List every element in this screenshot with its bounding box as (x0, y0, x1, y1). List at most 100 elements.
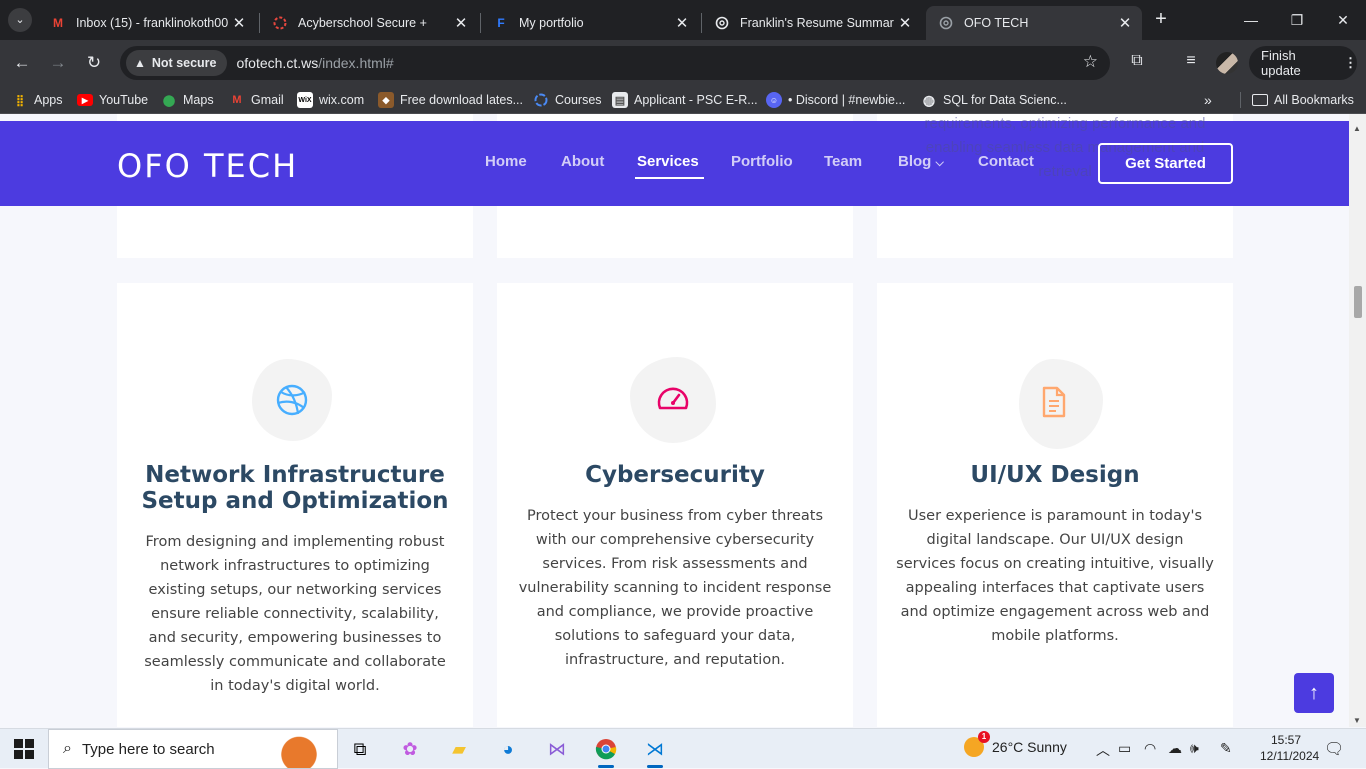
bookmark-gmail[interactable]: M Gmail (229, 90, 283, 110)
nav-portfolio[interactable]: Portfolio (731, 153, 793, 170)
scroll-up-arrow-icon[interactable]: ▲ (1353, 124, 1361, 133)
back-button[interactable]: ← (10, 51, 34, 75)
tab-acyberschool[interactable]: Acyberschool Secure + ✕ (260, 6, 478, 40)
bookmark-star-icon[interactable]: ☆ (1083, 52, 1098, 72)
close-window-button[interactable]: ✕ (1320, 0, 1366, 40)
bookmarks-bar: ⣿ Apps ▶ YouTube ⬤ Maps M Gmail WiX wix.… (0, 86, 1366, 114)
onedrive-cloud-icon[interactable]: ☁ (1168, 740, 1182, 757)
url-text[interactable]: ofotech.ct.ws/index.html# (237, 55, 394, 71)
profile-avatar[interactable] (1216, 52, 1238, 74)
wifi-icon[interactable]: ◠ (1144, 740, 1156, 757)
bookmark-maps[interactable]: ⬤ Maps (161, 90, 214, 110)
bookmark-sql-data-science[interactable]: ◍ SQL for Data Scienc... (921, 90, 1067, 110)
service-title[interactable]: UI/UX Design (897, 462, 1213, 488)
pen-icon[interactable]: ✎ (1220, 740, 1232, 757)
forward-button[interactable]: → (46, 51, 70, 75)
chatgpt-icon (714, 15, 730, 31)
framer-icon: F (497, 16, 505, 30)
loading-ring-icon (533, 92, 549, 108)
active-nav-underline (635, 177, 704, 179)
nav-home[interactable]: Home (485, 153, 527, 170)
bookmark-courses[interactable]: Courses (533, 90, 602, 110)
bookmark-apps[interactable]: ⣿ Apps (12, 90, 63, 110)
bookmark-free-download[interactable]: ◆ Free download lates... (378, 90, 523, 110)
service-card[interactable]: UI/UX Design User experience is paramoun… (877, 283, 1233, 727)
file-explorer-icon[interactable]: ▰ (439, 733, 479, 765)
service-title[interactable]: Network Infrastructure Setup and Optimiz… (137, 462, 453, 514)
weather-widget[interactable]: 1 26°C Sunny (964, 731, 1067, 757)
service-card[interactable]: Cybersecurity Protect your business from… (497, 283, 853, 727)
maps-pin-icon: ⬤ (162, 94, 176, 107)
close-tab-icon[interactable]: ✕ (894, 14, 916, 32)
tab-resume-summary[interactable]: Franklin's Resume Summary ✕ (702, 6, 922, 40)
bookmark-discord[interactable]: ☺ • Discord | #newbie... (766, 90, 905, 110)
close-tab-icon[interactable]: ✕ (1114, 14, 1136, 32)
minimize-button[interactable]: — (1228, 0, 1274, 40)
nav-team[interactable]: Team (824, 153, 862, 170)
battery-icon[interactable]: ▭ (1118, 740, 1131, 757)
gmail-icon: M (53, 16, 63, 30)
speaker-icon[interactable]: 🕪 (1190, 740, 1199, 757)
restore-button[interactable]: ❐ (1274, 0, 1320, 40)
bookmark-wix[interactable]: WiX wix.com (297, 90, 364, 110)
folder-icon (1252, 94, 1268, 106)
more-bookmarks-chevron-icon[interactable]: » (1204, 90, 1212, 110)
dribbble-ball-icon (276, 384, 308, 416)
service-title[interactable]: Cybersecurity (517, 462, 833, 488)
gmail-icon: M (232, 94, 242, 106)
media-controls-icon[interactable]: ≡ (1180, 52, 1202, 70)
tab-my-portfolio[interactable]: F My portfolio ✕ (481, 6, 699, 40)
get-started-button[interactable]: Get Started (1098, 143, 1233, 184)
service-card[interactable]: Network Infrastructure Setup and Optimiz… (117, 283, 473, 727)
service-description: From designing and implementing robust n… (144, 534, 446, 694)
scroll-down-arrow-icon[interactable]: ▼ (1353, 716, 1361, 725)
page-scrollbar[interactable]: ▲ ▼ (1349, 114, 1366, 727)
windows-taskbar: ⌕ Type here to search ⧉ ✿ ▰ ◕ ⋈ ⋊ 1 26°C… (0, 728, 1366, 769)
tab-gmail[interactable]: M Inbox (15) - franklinokoth00 ✕ (38, 6, 256, 40)
arrow-up-icon: ↑ (1309, 682, 1319, 704)
service-description: Protect your business from cyber threats… (518, 508, 832, 668)
bookmark-applicant-psc[interactable]: ▤ Applicant - PSC E-R... (612, 90, 758, 110)
close-tab-icon[interactable]: ✕ (671, 14, 693, 32)
more-menu-icon: ⋮ (1344, 55, 1357, 70)
bookmark-youtube[interactable]: ▶ YouTube (77, 90, 148, 110)
visual-studio-icon[interactable]: ⋈ (537, 733, 577, 765)
finish-update-button[interactable]: Finish update ⋮ (1249, 46, 1357, 80)
close-tab-icon[interactable]: ✕ (228, 14, 250, 32)
browser-toolbar: ← → ↻ ▲ Not secure ofotech.ct.ws/index.h… (0, 40, 1366, 86)
nav-about[interactable]: About (561, 153, 604, 170)
vscode-icon[interactable]: ⋊ (635, 733, 675, 768)
tab-ofo-tech[interactable]: OFO TECH ✕ (926, 6, 1142, 40)
tab-search-button[interactable]: ⌄ (8, 8, 32, 32)
extensions-icon[interactable]: ⧉ (1126, 52, 1148, 70)
edge-icon[interactable]: ◕ (488, 733, 528, 765)
file-text-icon (1042, 386, 1066, 418)
search-icon: ⌕ (63, 740, 72, 757)
chrome-icon[interactable] (586, 733, 626, 768)
nav-services[interactable]: Services (637, 153, 699, 170)
all-bookmarks-button[interactable]: All Bookmarks (1252, 90, 1354, 110)
show-hidden-icons-chevron-icon[interactable]: ︿ (1096, 740, 1110, 760)
chatgpt-icon (938, 15, 954, 31)
address-bar[interactable]: ▲ Not secure ofotech.ct.ws/index.html# ☆ (120, 46, 1110, 80)
back-to-top-button[interactable]: ↑ (1294, 673, 1334, 713)
taskbar-search-box[interactable]: ⌕ Type here to search (48, 729, 338, 769)
notifications-icon[interactable]: 🗨 (1324, 739, 1344, 759)
copilot-icon[interactable]: ✿ (390, 733, 430, 765)
task-view-icon[interactable]: ⧉ (340, 733, 380, 765)
discord-icon: ☺ (766, 92, 782, 108)
site-logo[interactable]: OFO TECH (117, 147, 298, 185)
security-chip[interactable]: ▲ Not secure (126, 50, 227, 76)
site-icon: ◆ (378, 92, 394, 108)
close-tab-icon[interactable]: ✕ (450, 14, 472, 32)
windows-start-icon[interactable] (14, 739, 34, 759)
speedometer-icon (657, 387, 689, 410)
reload-button[interactable]: ↻ (82, 51, 106, 75)
globe-icon: ◍ (922, 91, 936, 108)
scrollbar-thumb[interactable] (1354, 286, 1362, 318)
system-clock[interactable]: 15:57 12/11/2024 (1260, 732, 1319, 764)
site-header: OFO TECH Home About Services Portfolio T… (0, 115, 1349, 206)
sun-icon: 1 (964, 731, 990, 757)
icon-blob (252, 359, 332, 441)
new-tab-button[interactable]: + (1150, 8, 1172, 30)
